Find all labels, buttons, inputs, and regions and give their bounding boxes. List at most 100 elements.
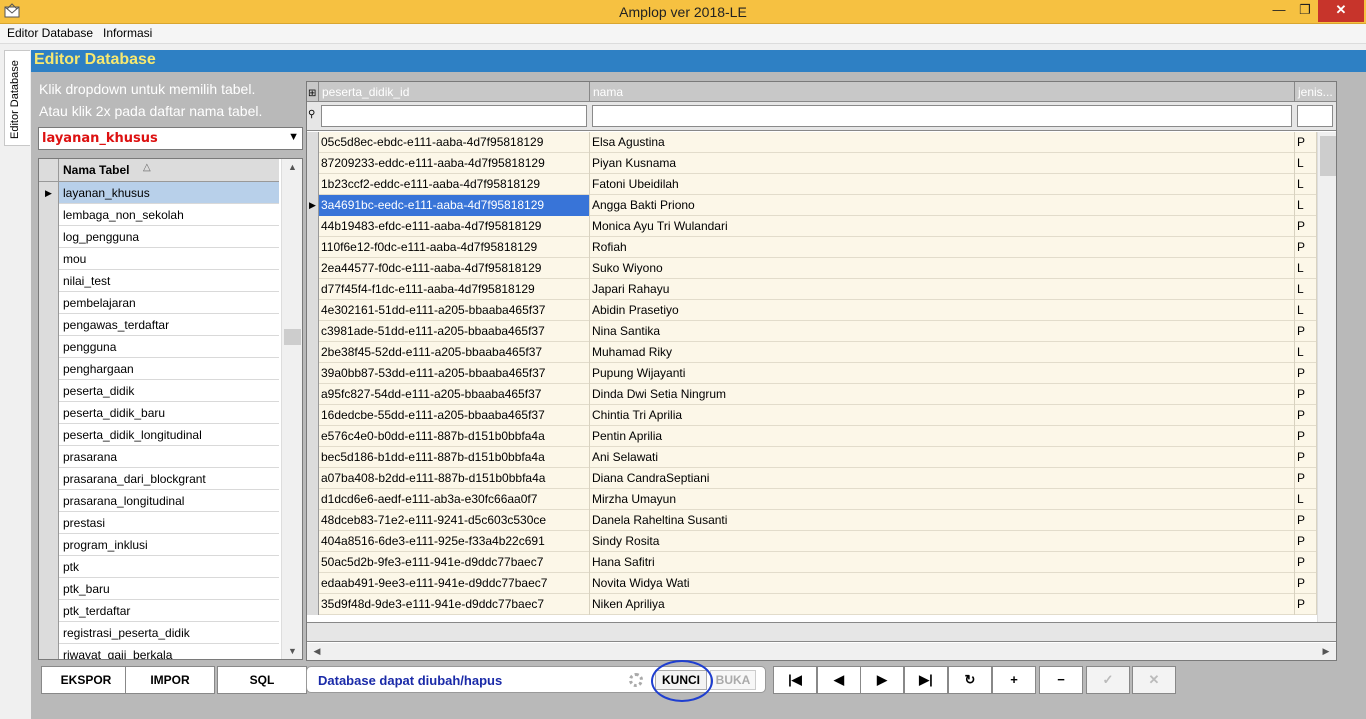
table-row[interactable]: 404a8516-6de3-e111-925e-f33a4b22c691 Sind… [307,531,1336,552]
cell-peserta-didik-id[interactable]: d1dcd6e6-aedf-e111-ab3a-e30fc66aa0f7 [319,489,590,510]
cell-peserta-didik-id[interactable]: 35d9f48d-9de3-e111-941e-d9ddc77baec7 [319,594,590,615]
cell-nama[interactable]: Rofiah [590,237,1295,258]
scroll-up-icon[interactable]: ▲ [282,159,302,175]
column-jenis[interactable]: jenis... [1295,82,1336,102]
scroll-thumb[interactable] [284,329,301,345]
table-row[interactable]: 87209233-eddc-e111-aaba-4d7f95818129 Piya… [307,153,1336,174]
cell-peserta-didik-id[interactable]: c3981ade-51dd-e111-a205-bbaaba465f37 [319,321,590,342]
cell-nama[interactable]: Niken Apriliya [590,594,1295,615]
select-all-icon[interactable]: ⊞ [307,82,319,102]
cell-jenis[interactable]: L [1295,489,1317,510]
cell-peserta-didik-id[interactable]: 2ea44577-f0dc-e111-aaba-4d7f95818129 [319,258,590,279]
cell-nama[interactable]: Piyan Kusnama [590,153,1295,174]
table-list-item[interactable]: peserta_didik_longitudinal [39,424,279,446]
cell-peserta-didik-id[interactable]: a07ba408-b2dd-e111-887b-d151b0bbfa4a [319,468,590,489]
cell-peserta-didik-id[interactable]: 05c5d8ec-ebdc-e111-aaba-4d7f95818129 [319,132,590,153]
cell-jenis[interactable]: P [1295,447,1317,468]
cell-peserta-didik-id[interactable]: bec5d186-b1dd-e111-887b-d151b0bbfa4a [319,447,590,468]
table-row[interactable]: 50ac5d2b-9fe3-e111-941e-d9ddc77baec7 Hana… [307,552,1336,573]
column-peserta-didik-id[interactable]: peserta_didik_id [319,82,590,102]
table-list-item[interactable]: prasarana [39,446,279,468]
cell-nama[interactable]: Muhamad Riky [590,342,1295,363]
table-list-item[interactable]: ptk_terdaftar [39,600,279,622]
menu-informasi[interactable]: Informasi [103,26,152,40]
row-indicator[interactable] [307,342,319,363]
table-row[interactable]: c3981ade-51dd-e111-a205-bbaaba465f37 Nina… [307,321,1336,342]
table-list-item[interactable]: pembelajaran [39,292,279,314]
row-indicator[interactable] [307,132,319,153]
menu-editor-database[interactable]: Editor Database [7,26,93,40]
cell-jenis[interactable]: P [1295,510,1317,531]
table-list-item[interactable]: ptk [39,556,279,578]
cell-peserta-didik-id[interactable]: 404a8516-6de3-e111-925e-f33a4b22c691 [319,531,590,552]
table-list-item[interactable]: penghargaan [39,358,279,380]
maximize-button[interactable]: ❐ [1288,0,1322,22]
cell-nama[interactable]: Mirzha Umayun [590,489,1295,510]
table-row[interactable]: ▶ 3a4691bc-eedc-e111-aaba-4d7f95818129 Ang… [307,195,1336,216]
table-row[interactable]: 110f6e12-f0dc-e111-aaba-4d7f95818129 Rofi… [307,237,1336,258]
delete-record-button[interactable]: − [1039,666,1083,694]
filter-peserta-didik-id-input[interactable] [321,105,587,127]
table-list-item[interactable]: mou [39,248,279,270]
cell-peserta-didik-id[interactable]: 87209233-eddc-e111-aaba-4d7f95818129 [319,153,590,174]
cell-jenis[interactable]: L [1295,195,1317,216]
table-row[interactable]: 4e302161-51dd-e111-a205-bbaaba465f37 Abid… [307,300,1336,321]
cell-jenis[interactable]: P [1295,594,1317,615]
table-list-item[interactable]: riwayat_gaji_berkala [39,644,279,659]
cell-jenis[interactable]: P [1295,573,1317,594]
table-list-scrollbar[interactable]: ▲ ▼ [281,159,302,659]
table-list-item[interactable]: prasarana_longitudinal [39,490,279,512]
row-indicator[interactable] [307,552,319,573]
scroll-left-icon[interactable]: ◀ [309,643,325,660]
row-indicator[interactable] [307,363,319,384]
cell-peserta-didik-id[interactable]: 16dedcbe-55dd-e111-a205-bbaaba465f37 [319,405,590,426]
table-row[interactable]: bec5d186-b1dd-e111-887b-d151b0bbfa4a Ani … [307,447,1336,468]
table-list-item[interactable]: nilai_test [39,270,279,292]
scroll-right-icon[interactable]: ▶ [1318,643,1334,660]
chevron-down-icon[interactable]: ▼ [288,131,299,143]
row-indicator[interactable] [307,468,319,489]
next-record-button[interactable]: ▶ [860,666,904,694]
cell-jenis[interactable]: P [1295,363,1317,384]
row-indicator[interactable] [307,321,319,342]
cell-nama[interactable]: Monica Ayu Tri Wulandari [590,216,1295,237]
table-list-item[interactable]: lembaga_non_sekolah [39,204,279,226]
table-row[interactable]: 2ea44577-f0dc-e111-aaba-4d7f95818129 Suko… [307,258,1336,279]
cell-peserta-didik-id[interactable]: 3a4691bc-eedc-e111-aaba-4d7f95818129 [319,195,590,216]
row-indicator[interactable] [307,510,319,531]
cell-jenis[interactable]: P [1295,426,1317,447]
cell-peserta-didik-id[interactable]: 44b19483-efdc-e111-aaba-4d7f95818129 [319,216,590,237]
row-indicator[interactable] [307,531,319,552]
cell-nama[interactable]: Chintia Tri Aprilia [590,405,1295,426]
row-indicator[interactable] [307,300,319,321]
table-list-item[interactable]: prasarana_dari_blockgrant [39,468,279,490]
filter-jenis-input[interactable] [1297,105,1333,127]
row-indicator[interactable] [307,489,319,510]
cell-nama[interactable]: Pentin Aprilia [590,426,1295,447]
cell-nama[interactable]: Fatoni Ubeidilah [590,174,1295,195]
cell-jenis[interactable]: P [1295,216,1317,237]
grid-vertical-scrollbar[interactable] [1317,132,1336,622]
cell-peserta-didik-id[interactable]: 48dceb83-71e2-e111-9241-d5c603c530ce [319,510,590,531]
cell-jenis[interactable]: P [1295,468,1317,489]
table-list-item[interactable]: ▶ layanan_khusus [39,182,279,204]
row-indicator[interactable] [307,405,319,426]
cell-nama[interactable]: Elsa Agustina [590,132,1295,153]
row-indicator[interactable] [307,384,319,405]
grid-horizontal-scrollbar[interactable]: ◀ ▶ [307,643,1336,660]
table-row[interactable]: 39a0bb87-53dd-e111-a205-bbaaba465f37 Pupu… [307,363,1336,384]
table-row[interactable]: 16dedcbe-55dd-e111-a205-bbaaba465f37 Chin… [307,405,1336,426]
close-button[interactable]: ✕ [1318,0,1364,22]
cell-nama[interactable]: Japari Rahayu [590,279,1295,300]
table-row[interactable]: d1dcd6e6-aedf-e111-ab3a-e30fc66aa0f7 Mirz… [307,489,1336,510]
grid-scroll-thumb[interactable] [1320,136,1336,176]
row-indicator[interactable] [307,426,319,447]
filter-nama-input[interactable] [592,105,1292,127]
cell-nama[interactable]: Angga Bakti Priono [590,195,1295,216]
row-indicator[interactable] [307,216,319,237]
cell-nama[interactable]: Hana Safitri [590,552,1295,573]
cell-jenis[interactable]: L [1295,153,1317,174]
row-indicator[interactable] [307,594,319,615]
table-list-item[interactable]: peserta_didik_baru [39,402,279,424]
table-row[interactable]: a95fc827-54dd-e111-a205-bbaaba465f37 Dind… [307,384,1336,405]
